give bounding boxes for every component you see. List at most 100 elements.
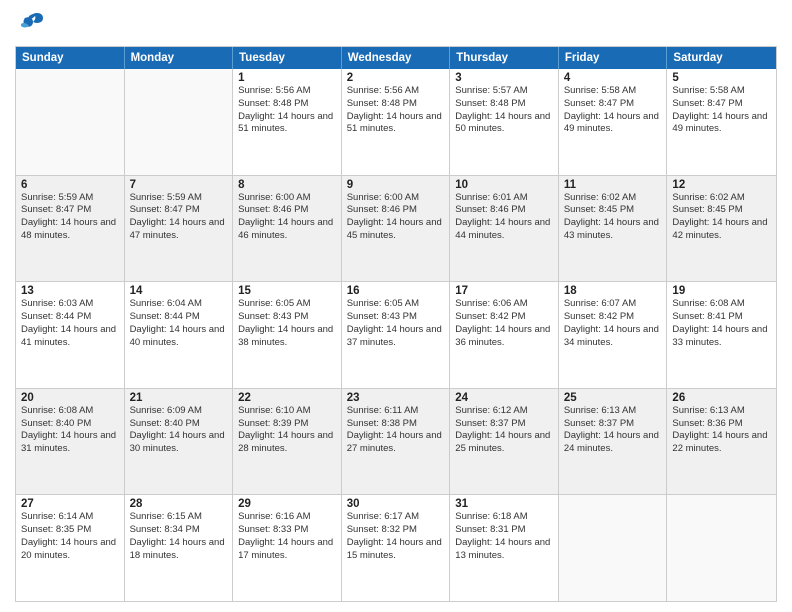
day-number: 11 bbox=[564, 179, 662, 191]
header-day-saturday: Saturday bbox=[667, 47, 776, 69]
cell-info: Sunrise: 6:18 AM Sunset: 8:31 PM Dayligh… bbox=[455, 511, 553, 562]
calendar-cell: 7Sunrise: 5:59 AM Sunset: 8:47 PM Daylig… bbox=[125, 176, 234, 282]
calendar: SundayMondayTuesdayWednesdayThursdayFrid… bbox=[15, 46, 777, 602]
cell-info: Sunrise: 6:07 AM Sunset: 8:42 PM Dayligh… bbox=[564, 298, 662, 349]
calendar-cell: 28Sunrise: 6:15 AM Sunset: 8:34 PM Dayli… bbox=[125, 495, 234, 601]
header-day-wednesday: Wednesday bbox=[342, 47, 451, 69]
calendar-cell: 12Sunrise: 6:02 AM Sunset: 8:45 PM Dayli… bbox=[667, 176, 776, 282]
cell-info: Sunrise: 6:08 AM Sunset: 8:40 PM Dayligh… bbox=[21, 405, 119, 456]
calendar-cell: 17Sunrise: 6:06 AM Sunset: 8:42 PM Dayli… bbox=[450, 282, 559, 388]
day-number: 14 bbox=[130, 285, 228, 297]
day-number: 13 bbox=[21, 285, 119, 297]
cell-info: Sunrise: 5:59 AM Sunset: 8:47 PM Dayligh… bbox=[130, 192, 228, 243]
page: SundayMondayTuesdayWednesdayThursdayFrid… bbox=[0, 0, 792, 612]
cell-info: Sunrise: 6:13 AM Sunset: 8:37 PM Dayligh… bbox=[564, 405, 662, 456]
calendar-cell: 9Sunrise: 6:00 AM Sunset: 8:46 PM Daylig… bbox=[342, 176, 451, 282]
header-day-monday: Monday bbox=[125, 47, 234, 69]
day-number: 17 bbox=[455, 285, 553, 297]
cell-info: Sunrise: 5:56 AM Sunset: 8:48 PM Dayligh… bbox=[238, 85, 336, 136]
day-number: 29 bbox=[238, 498, 336, 510]
cell-info: Sunrise: 5:56 AM Sunset: 8:48 PM Dayligh… bbox=[347, 85, 445, 136]
day-number: 5 bbox=[672, 72, 771, 84]
day-number: 8 bbox=[238, 179, 336, 191]
calendar-cell: 10Sunrise: 6:01 AM Sunset: 8:46 PM Dayli… bbox=[450, 176, 559, 282]
calendar-cell: 24Sunrise: 6:12 AM Sunset: 8:37 PM Dayli… bbox=[450, 389, 559, 495]
day-number: 25 bbox=[564, 392, 662, 404]
calendar-cell: 14Sunrise: 6:04 AM Sunset: 8:44 PM Dayli… bbox=[125, 282, 234, 388]
day-number: 19 bbox=[672, 285, 771, 297]
calendar-cell: 8Sunrise: 6:00 AM Sunset: 8:46 PM Daylig… bbox=[233, 176, 342, 282]
cell-info: Sunrise: 6:05 AM Sunset: 8:43 PM Dayligh… bbox=[238, 298, 336, 349]
day-number: 10 bbox=[455, 179, 553, 191]
header-day-sunday: Sunday bbox=[16, 47, 125, 69]
day-number: 18 bbox=[564, 285, 662, 297]
calendar-cell bbox=[125, 69, 234, 175]
cell-info: Sunrise: 5:59 AM Sunset: 8:47 PM Dayligh… bbox=[21, 192, 119, 243]
day-number: 16 bbox=[347, 285, 445, 297]
day-number: 2 bbox=[347, 72, 445, 84]
calendar-cell: 13Sunrise: 6:03 AM Sunset: 8:44 PM Dayli… bbox=[16, 282, 125, 388]
calendar-cell bbox=[667, 495, 776, 601]
logo bbox=[15, 10, 49, 38]
cell-info: Sunrise: 6:03 AM Sunset: 8:44 PM Dayligh… bbox=[21, 298, 119, 349]
calendar-cell: 21Sunrise: 6:09 AM Sunset: 8:40 PM Dayli… bbox=[125, 389, 234, 495]
day-number: 26 bbox=[672, 392, 771, 404]
calendar-cell bbox=[559, 495, 668, 601]
day-number: 24 bbox=[455, 392, 553, 404]
cell-info: Sunrise: 6:14 AM Sunset: 8:35 PM Dayligh… bbox=[21, 511, 119, 562]
day-number: 7 bbox=[130, 179, 228, 191]
cell-info: Sunrise: 5:58 AM Sunset: 8:47 PM Dayligh… bbox=[564, 85, 662, 136]
cell-info: Sunrise: 6:16 AM Sunset: 8:33 PM Dayligh… bbox=[238, 511, 336, 562]
day-number: 1 bbox=[238, 72, 336, 84]
calendar-cell: 15Sunrise: 6:05 AM Sunset: 8:43 PM Dayli… bbox=[233, 282, 342, 388]
day-number: 27 bbox=[21, 498, 119, 510]
day-number: 22 bbox=[238, 392, 336, 404]
day-number: 3 bbox=[455, 72, 553, 84]
cell-info: Sunrise: 6:17 AM Sunset: 8:32 PM Dayligh… bbox=[347, 511, 445, 562]
calendar-cell: 26Sunrise: 6:13 AM Sunset: 8:36 PM Dayli… bbox=[667, 389, 776, 495]
calendar-cell: 27Sunrise: 6:14 AM Sunset: 8:35 PM Dayli… bbox=[16, 495, 125, 601]
logo-icon bbox=[15, 10, 45, 38]
calendar-cell: 2Sunrise: 5:56 AM Sunset: 8:48 PM Daylig… bbox=[342, 69, 451, 175]
cell-info: Sunrise: 6:02 AM Sunset: 8:45 PM Dayligh… bbox=[672, 192, 771, 243]
cell-info: Sunrise: 6:11 AM Sunset: 8:38 PM Dayligh… bbox=[347, 405, 445, 456]
calendar-body: 1Sunrise: 5:56 AM Sunset: 8:48 PM Daylig… bbox=[16, 69, 776, 601]
cell-info: Sunrise: 6:01 AM Sunset: 8:46 PM Dayligh… bbox=[455, 192, 553, 243]
day-number: 12 bbox=[672, 179, 771, 191]
calendar-row-2: 13Sunrise: 6:03 AM Sunset: 8:44 PM Dayli… bbox=[16, 282, 776, 389]
calendar-cell: 22Sunrise: 6:10 AM Sunset: 8:39 PM Dayli… bbox=[233, 389, 342, 495]
calendar-cell: 4Sunrise: 5:58 AM Sunset: 8:47 PM Daylig… bbox=[559, 69, 668, 175]
calendar-cell: 31Sunrise: 6:18 AM Sunset: 8:31 PM Dayli… bbox=[450, 495, 559, 601]
cell-info: Sunrise: 6:02 AM Sunset: 8:45 PM Dayligh… bbox=[564, 192, 662, 243]
calendar-cell: 3Sunrise: 5:57 AM Sunset: 8:48 PM Daylig… bbox=[450, 69, 559, 175]
header-day-tuesday: Tuesday bbox=[233, 47, 342, 69]
calendar-cell: 20Sunrise: 6:08 AM Sunset: 8:40 PM Dayli… bbox=[16, 389, 125, 495]
calendar-cell: 29Sunrise: 6:16 AM Sunset: 8:33 PM Dayli… bbox=[233, 495, 342, 601]
header-day-friday: Friday bbox=[559, 47, 668, 69]
day-number: 20 bbox=[21, 392, 119, 404]
calendar-row-4: 27Sunrise: 6:14 AM Sunset: 8:35 PM Dayli… bbox=[16, 495, 776, 601]
header-day-thursday: Thursday bbox=[450, 47, 559, 69]
cell-info: Sunrise: 6:05 AM Sunset: 8:43 PM Dayligh… bbox=[347, 298, 445, 349]
calendar-cell: 19Sunrise: 6:08 AM Sunset: 8:41 PM Dayli… bbox=[667, 282, 776, 388]
calendar-cell: 25Sunrise: 6:13 AM Sunset: 8:37 PM Dayli… bbox=[559, 389, 668, 495]
cell-info: Sunrise: 6:10 AM Sunset: 8:39 PM Dayligh… bbox=[238, 405, 336, 456]
cell-info: Sunrise: 6:15 AM Sunset: 8:34 PM Dayligh… bbox=[130, 511, 228, 562]
calendar-row-0: 1Sunrise: 5:56 AM Sunset: 8:48 PM Daylig… bbox=[16, 69, 776, 176]
calendar-cell: 16Sunrise: 6:05 AM Sunset: 8:43 PM Dayli… bbox=[342, 282, 451, 388]
day-number: 23 bbox=[347, 392, 445, 404]
calendar-header: SundayMondayTuesdayWednesdayThursdayFrid… bbox=[16, 47, 776, 69]
day-number: 30 bbox=[347, 498, 445, 510]
calendar-cell bbox=[16, 69, 125, 175]
day-number: 21 bbox=[130, 392, 228, 404]
cell-info: Sunrise: 6:00 AM Sunset: 8:46 PM Dayligh… bbox=[347, 192, 445, 243]
day-number: 6 bbox=[21, 179, 119, 191]
cell-info: Sunrise: 6:13 AM Sunset: 8:36 PM Dayligh… bbox=[672, 405, 771, 456]
calendar-cell: 30Sunrise: 6:17 AM Sunset: 8:32 PM Dayli… bbox=[342, 495, 451, 601]
day-number: 28 bbox=[130, 498, 228, 510]
day-number: 31 bbox=[455, 498, 553, 510]
calendar-cell: 18Sunrise: 6:07 AM Sunset: 8:42 PM Dayli… bbox=[559, 282, 668, 388]
calendar-cell: 6Sunrise: 5:59 AM Sunset: 8:47 PM Daylig… bbox=[16, 176, 125, 282]
cell-info: Sunrise: 6:12 AM Sunset: 8:37 PM Dayligh… bbox=[455, 405, 553, 456]
cell-info: Sunrise: 6:00 AM Sunset: 8:46 PM Dayligh… bbox=[238, 192, 336, 243]
